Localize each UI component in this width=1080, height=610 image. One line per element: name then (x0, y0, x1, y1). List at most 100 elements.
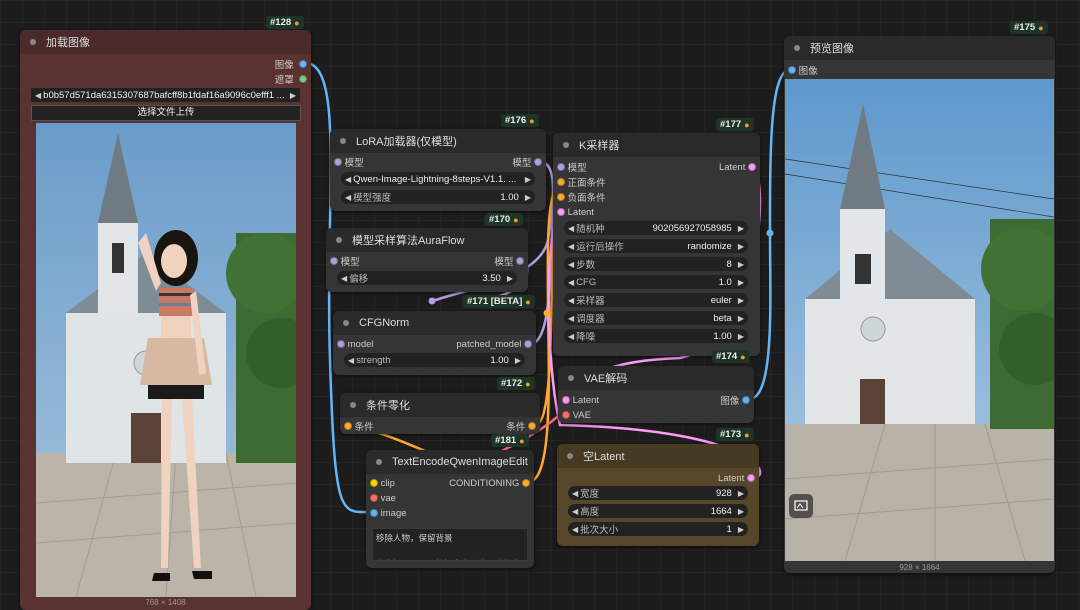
output-slot[interactable] (524, 340, 532, 348)
prev-arrow-icon[interactable]: ◀ (572, 525, 578, 534)
next-arrow-icon[interactable]: ▶ (290, 91, 296, 100)
next-arrow-icon[interactable]: ▶ (738, 296, 744, 305)
output-model-row[interactable]: patched_model (456, 337, 532, 351)
output-slot[interactable] (742, 396, 750, 404)
input-slot[interactable] (370, 479, 378, 487)
batch-size-widget[interactable]: ◀ 批次大小 1 ▶ (568, 522, 748, 536)
empty-latent-header[interactable]: 空Latent (557, 444, 759, 468)
prev-arrow-icon[interactable]: ◀ (341, 274, 347, 283)
next-arrow-icon[interactable]: ▶ (738, 242, 744, 251)
control-after-generate-widget[interactable]: ◀ 运行后操作 randomize ▶ (564, 239, 748, 253)
output-slot[interactable] (522, 479, 530, 487)
output-latent-row[interactable]: Latent (718, 471, 755, 485)
model-sampling-auraflow-node[interactable]: 模型采样算法AuraFlow 模型 模型 ◀ 偏移 3.50 ▶ (326, 228, 528, 292)
prev-arrow-icon[interactable]: ◀ (35, 91, 41, 100)
next-arrow-icon[interactable]: ▶ (738, 314, 744, 323)
preview-header[interactable]: 预览图像 (784, 36, 1055, 60)
output-image-row[interactable]: 图像 (275, 57, 307, 71)
sampling-header[interactable]: 模型采样算法AuraFlow (326, 228, 528, 252)
input-slot[interactable] (557, 178, 565, 186)
input-slot[interactable] (334, 158, 342, 166)
output-slot[interactable] (747, 474, 755, 482)
cfg-widget[interactable]: ◀ CFG 1.0 ▶ (564, 275, 748, 289)
shift-slider[interactable]: ◀ 偏移 3.50 ▶ (337, 271, 517, 285)
input-slot[interactable] (370, 494, 378, 502)
next-arrow-icon[interactable]: ▶ (738, 260, 744, 269)
load-image-node[interactable]: 加载图像 图像 遮罩 ◀ b0b57d571da6315307687bafcff8… (20, 30, 311, 610)
input-slot[interactable] (562, 396, 570, 404)
conditioning-zero-out-node[interactable]: 条件零化 条件 条件 (340, 393, 540, 434)
next-arrow-icon[interactable]: ▶ (738, 278, 744, 287)
input-slot[interactable] (337, 340, 345, 348)
prev-arrow-icon[interactable]: ◀ (568, 242, 574, 251)
lora-header[interactable]: LoRA加载器(仅模型) (330, 129, 546, 153)
output-slot[interactable] (534, 158, 542, 166)
prev-arrow-icon[interactable]: ◀ (568, 224, 574, 233)
input-slot[interactable] (557, 163, 565, 171)
input-slot[interactable] (788, 66, 796, 74)
prev-arrow-icon[interactable]: ◀ (572, 489, 578, 498)
empty-latent-node[interactable]: 空Latent Latent ◀ 宽度 928 ▶ ◀ 高度 1664 ▶ ◀ 批次大小 1 ▶ (557, 444, 759, 546)
collapse-dot[interactable] (567, 453, 573, 459)
input-vae-row[interactable]: vae (370, 491, 396, 505)
prev-arrow-icon[interactable]: ◀ (568, 332, 574, 341)
cfgnorm-header[interactable]: CFGNorm (333, 311, 536, 335)
input-slot[interactable] (370, 509, 378, 517)
collapse-dot[interactable] (340, 138, 346, 144)
input-image-row[interactable]: 图像 (788, 63, 818, 77)
input-latent-row[interactable]: Latent (557, 205, 594, 219)
height-widget[interactable]: ◀ 高度 1664 ▶ (568, 504, 748, 518)
input-negative-row[interactable]: 负面条件 (557, 190, 606, 204)
output-slot[interactable] (299, 75, 307, 83)
prompt-textarea[interactable]: 移除人物，保留背景 真实摄影，远景拍摄全身照片，人物身体比例协调，高清，4K，真… (372, 528, 528, 561)
input-slot[interactable] (557, 208, 565, 216)
lora-name-combo[interactable]: ◀ Qwen-Image-Lightning-8steps-V1.1. ... ▶ (341, 172, 535, 186)
upload-button[interactable]: 选择文件上传 (31, 105, 301, 121)
input-model-row[interactable]: 模型 (557, 160, 587, 174)
input-slot[interactable] (330, 257, 338, 265)
strength-slider[interactable]: ◀ strength 1.00 ▶ (344, 353, 525, 367)
input-cond-row[interactable]: 条件 (344, 419, 374, 433)
prev-arrow-icon[interactable]: ◀ (568, 278, 574, 287)
seed-widget[interactable]: ◀ 随机种 902056927058985 ▶ (564, 221, 748, 235)
next-arrow-icon[interactable]: ▶ (507, 274, 513, 283)
prev-arrow-icon[interactable]: ◀ (345, 175, 351, 184)
preview-image-node[interactable]: 预览图像 图像 928 × 1664 (784, 36, 1055, 573)
input-model-row[interactable]: 模型 (334, 155, 364, 169)
input-latent-row[interactable]: Latent (562, 393, 599, 407)
collapse-dot[interactable] (350, 402, 356, 408)
ksampler-header[interactable]: K采样器 (553, 133, 760, 157)
input-slot[interactable] (562, 411, 570, 419)
output-image-row[interactable]: 图像 (720, 393, 750, 407)
output-mask-row[interactable]: 遮罩 (275, 72, 307, 86)
denoise-widget[interactable]: ◀ 降噪 1.00 ▶ (564, 329, 748, 343)
scheduler-widget[interactable]: ◀ 调度器 beta ▶ (564, 311, 748, 325)
vae-decode-header[interactable]: VAE解码 (558, 366, 754, 390)
prev-arrow-icon[interactable]: ◀ (572, 507, 578, 516)
vae-decode-node[interactable]: VAE解码 Latent VAE 图像 (558, 366, 754, 423)
model-strength-slider[interactable]: ◀ 模型强度 1.00 ▶ (341, 190, 535, 204)
next-arrow-icon[interactable]: ▶ (738, 332, 744, 341)
output-model-row[interactable]: 模型 (494, 254, 524, 268)
next-arrow-icon[interactable]: ▶ (738, 525, 744, 534)
output-conditioning-row[interactable]: CONDITIONING (449, 476, 530, 490)
input-slot[interactable] (344, 422, 352, 430)
output-slot[interactable] (299, 60, 307, 68)
collapse-dot[interactable] (30, 39, 36, 45)
collapse-dot[interactable] (376, 459, 382, 465)
collapse-dot[interactable] (794, 45, 800, 51)
next-arrow-icon[interactable]: ▶ (738, 507, 744, 516)
output-model-row[interactable]: 模型 (512, 155, 542, 169)
textencode-header[interactable]: TextEncodeQwenImageEdit (366, 450, 534, 474)
steps-widget[interactable]: ◀ 步数 8 ▶ (564, 257, 748, 271)
collapse-dot[interactable] (343, 320, 349, 326)
next-arrow-icon[interactable]: ▶ (738, 489, 744, 498)
prev-arrow-icon[interactable]: ◀ (345, 193, 351, 202)
image-file-combo[interactable]: ◀ b0b57d571da6315307687bafcff8b1fdaf16a90… (31, 88, 300, 102)
prev-arrow-icon[interactable]: ◀ (348, 356, 354, 365)
input-slot[interactable] (557, 193, 565, 201)
collapse-dot[interactable] (568, 375, 574, 381)
input-clip-row[interactable]: clip (370, 476, 395, 490)
input-positive-row[interactable]: 正面条件 (557, 175, 606, 189)
input-vae-row[interactable]: VAE (562, 408, 591, 422)
